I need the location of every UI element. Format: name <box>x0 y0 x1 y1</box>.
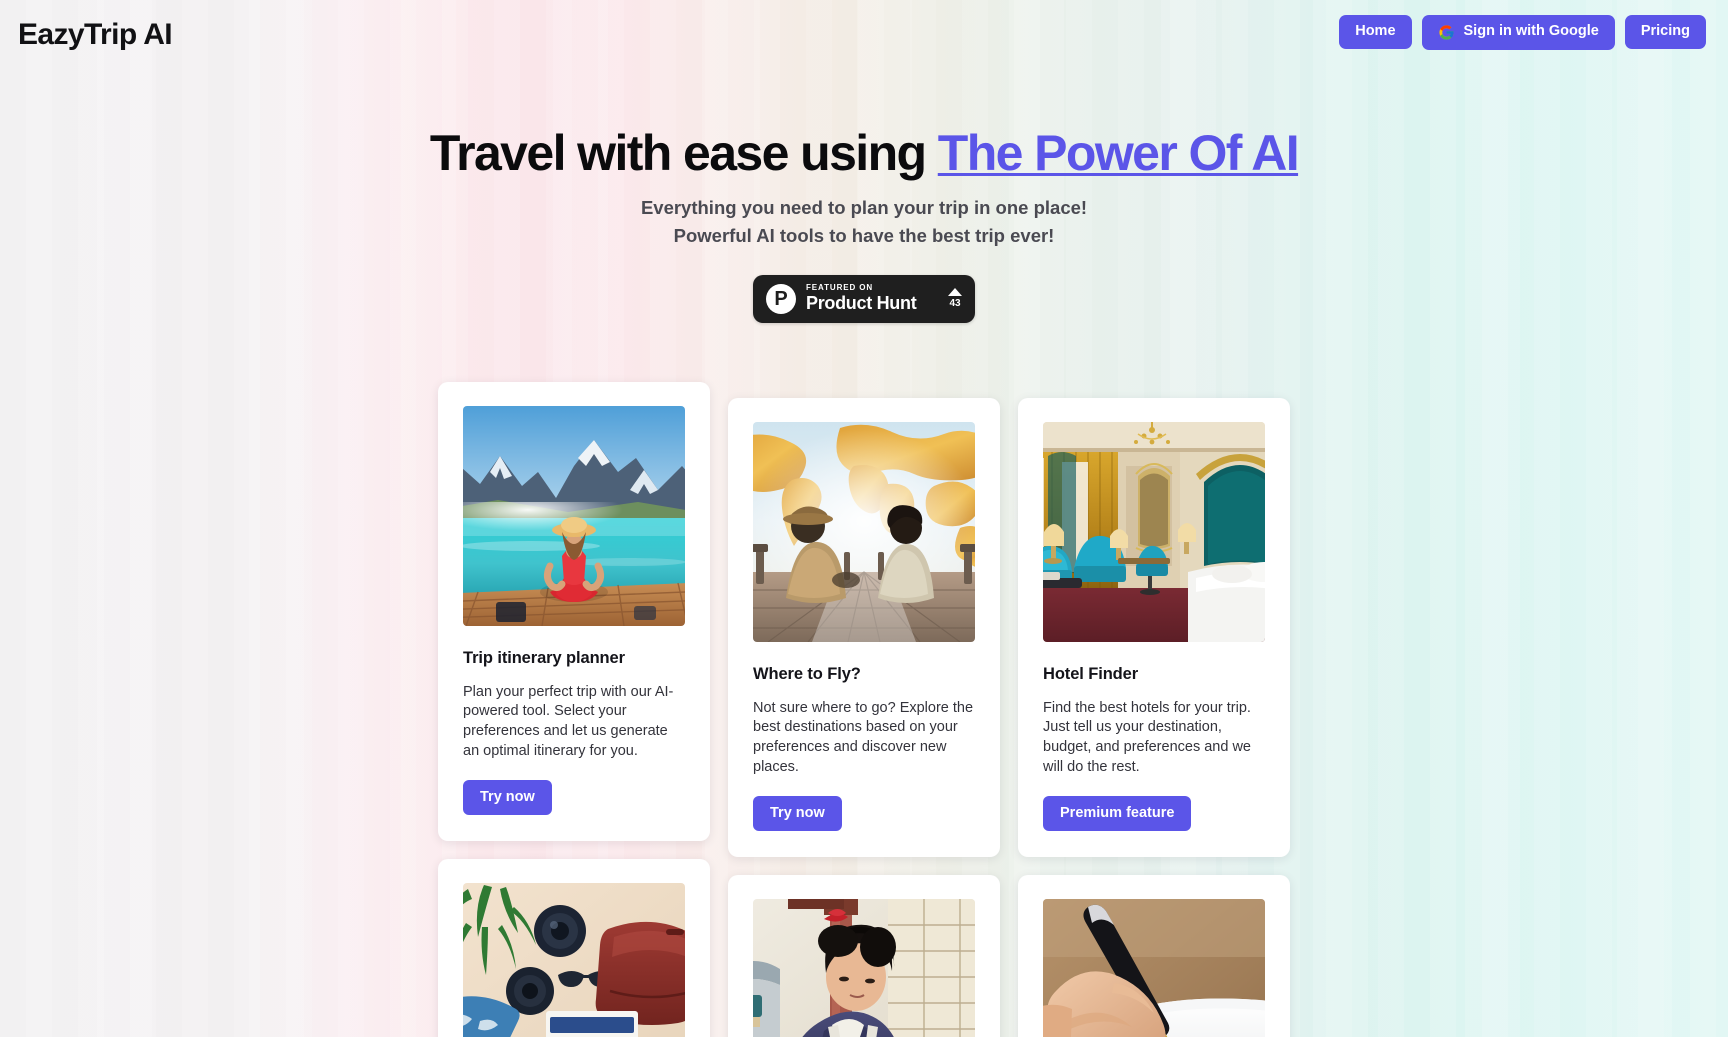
nav-pricing-label: Pricing <box>1640 23 1690 40</box>
hero-subtitle-line-1: Everything you need to plan your trip in… <box>640 197 1088 218</box>
hotel-finder-premium-feature-button[interactable]: Premium feature <box>1043 795 1192 832</box>
kimono-woman-japan-photo <box>753 899 975 1037</box>
feature-card-description: Plan your perfect trip with our AI-power… <box>463 683 674 759</box>
feature-card-where-to-fly[interactable]: Where to Fly? Not sure where to go? Expl… <box>728 398 1000 858</box>
product-hunt-upvotes[interactable]: 43 <box>944 288 962 309</box>
feature-card-travel-documents[interactable] <box>1018 875 1290 1037</box>
two-travelers-world-map-photo <box>753 422 975 642</box>
trip-itinerary-planner-try-now-button[interactable]: Try now <box>463 779 552 816</box>
product-hunt-upvote-count: 43 <box>949 298 961 310</box>
feature-card-description: Find the best hotels for your trip. Just… <box>1043 699 1251 775</box>
feature-card-local-culture[interactable] <box>728 875 1000 1037</box>
travel-packing-flatlay-photo <box>463 883 685 1037</box>
product-hunt-featured-label: FEATURED ON <box>806 282 874 292</box>
nav-sign-in-with-google-button[interactable]: Sign in with Google <box>1421 14 1615 50</box>
product-hunt-text: FEATURED ON Product Hunt <box>806 282 934 313</box>
feature-card-packing-list[interactable] <box>438 859 710 1037</box>
primary-navigation: Home Sign in with Google Pricing <box>1339 14 1706 50</box>
product-hunt-name-label: Product Hunt <box>806 292 917 313</box>
feature-card-hotel-finder[interactable]: Hotel Finder Find the best hotels for yo… <box>1018 398 1290 858</box>
feature-card-description: Not sure where to go? Explore the best d… <box>753 699 974 775</box>
hero-section: Travel with ease using The Power Of AI E… <box>0 125 1728 323</box>
hero-title-accent-link[interactable]: The Power Of AI <box>938 125 1300 181</box>
where-to-fly-try-now-button[interactable]: Try now <box>753 795 842 832</box>
feature-card-title: Hotel Finder <box>1043 665 1139 683</box>
nav-home-button[interactable]: Home <box>1339 15 1412 49</box>
product-hunt-logo-icon: P <box>766 283 796 314</box>
feature-card-title: Trip itinerary planner <box>463 649 625 667</box>
nav-sign-in-google-label: Sign in with Google <box>1463 23 1599 40</box>
feature-card-trip-itinerary-planner[interactable]: Trip itinerary planner Plan your perfect… <box>438 382 710 842</box>
feature-card-title: Where to Fly? <box>753 665 861 683</box>
upvote-triangle-icon <box>948 288 962 297</box>
page-root: EazyTrip AI Home Sign in with Google Pri <box>0 0 1728 1037</box>
nav-home-label: Home <box>1355 23 1396 40</box>
woman-on-lake-dock-photo <box>463 406 685 626</box>
nav-pricing-button[interactable]: Pricing <box>1624 15 1706 49</box>
google-icon <box>1438 24 1455 41</box>
hero-title-plain: Travel with ease using <box>429 125 938 181</box>
brand-logo-text[interactable]: EazyTrip AI <box>18 20 173 50</box>
hero-subtitle-line-2: Powerful AI tools to have the best trip … <box>673 225 1055 247</box>
luxury-hotel-room-photo <box>1043 422 1265 642</box>
feature-cards-grid: Trip itinerary planner Plan your perfect… <box>438 382 1290 1037</box>
page-title: Travel with ease using The Power Of AI <box>0 125 1728 181</box>
hand-writing-document-photo <box>1043 899 1265 1037</box>
product-hunt-badge[interactable]: P FEATURED ON Product Hunt 43 <box>753 274 975 323</box>
site-header: EazyTrip AI Home Sign in with Google Pri <box>0 0 1728 62</box>
